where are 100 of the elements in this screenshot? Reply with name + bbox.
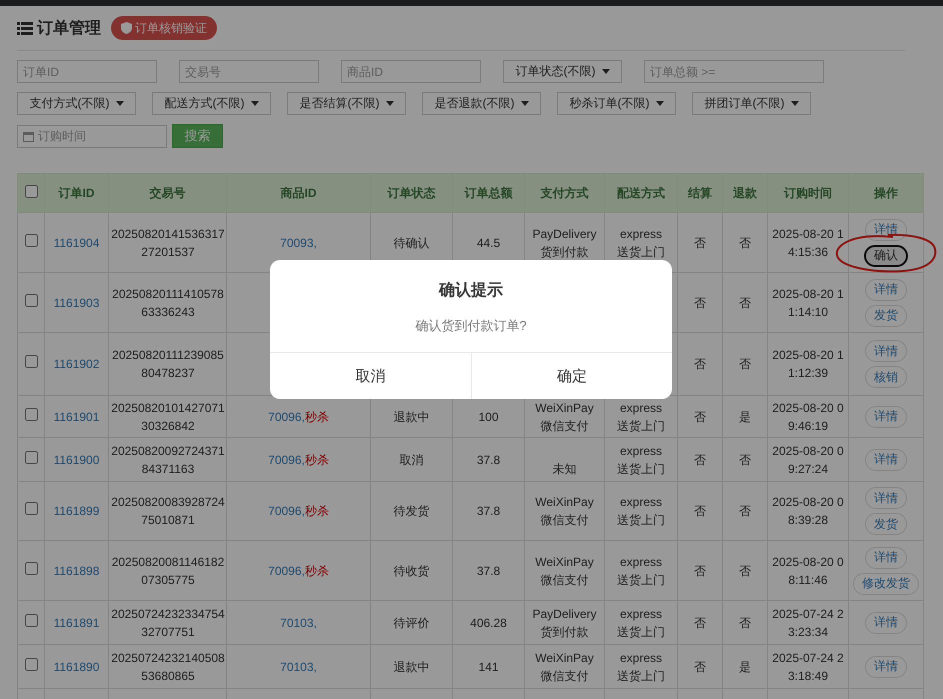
order-time-cell-text: 2025-08-20 09:46:19 <box>771 400 845 434</box>
row-checkbox[interactable] <box>24 614 38 626</box>
filter-select[interactable]: 订单状态(不限) <box>503 60 622 83</box>
order-id-link[interactable]: 1161898 <box>54 564 100 578</box>
goods-id-link[interactable]: 70103, <box>280 660 317 674</box>
goods-id-link[interactable]: 70093, <box>280 236 317 250</box>
dialog-title: 确认提示 <box>438 280 504 301</box>
action-button[interactable]: 修改发货 <box>853 572 919 594</box>
delivery-cell-text: express 送货上门 <box>616 226 666 260</box>
column-header: 商品ID <box>226 174 370 212</box>
column-header: 支付方式 <box>524 174 604 212</box>
row-checkbox[interactable] <box>24 658 38 670</box>
refunded-cell-text: 否 <box>738 614 752 632</box>
refunded-cell-text: 否 <box>738 356 752 373</box>
goods-id-link[interactable]: 70096, <box>268 504 305 518</box>
column-header: 订单ID <box>44 174 108 212</box>
total-cell-text: 37.8 <box>476 562 502 580</box>
row-checkbox[interactable] <box>24 294 38 306</box>
dialog-button[interactable]: 确定 <box>470 353 672 399</box>
total-cell-text: 141 <box>477 658 500 676</box>
column-header: 交易号 <box>108 174 226 212</box>
total-cell-text: 37.8 <box>476 452 502 468</box>
select-all-checkbox[interactable] <box>24 185 38 198</box>
filter-select[interactable]: 秒杀订单(不限) <box>557 92 676 115</box>
goods-id-link[interactable]: 70096, <box>268 410 305 424</box>
row-checkbox[interactable] <box>24 450 38 464</box>
row-checkbox[interactable] <box>24 234 38 246</box>
filter-select[interactable]: 拼团订单(不限) <box>692 92 811 115</box>
filter-select[interactable]: 支付方式(不限) <box>17 92 136 115</box>
delivery-cell-text: express 送货上门 <box>616 554 666 588</box>
action-button[interactable]: 详情 <box>865 656 907 678</box>
payment-cell-text: 未知 <box>552 460 578 478</box>
filter-field[interactable]: 订单总额 >= <box>644 60 824 83</box>
action-button[interactable]: 详情 <box>865 218 907 240</box>
page-title: 订单管理 <box>17 18 101 38</box>
column-header: 结算 <box>678 174 722 212</box>
trade-number-cell: 2025082010142707130326842 <box>108 396 226 438</box>
order-id-link[interactable]: 1161902 <box>54 357 100 371</box>
order-time-cell-text: 2025-08-20 11:12:39 <box>771 347 845 382</box>
order-id-link[interactable]: 1161903 <box>54 296 100 310</box>
caret-icon <box>790 101 798 106</box>
list-icon <box>17 22 33 34</box>
verify-button[interactable]: 订单核销验证 <box>111 16 217 40</box>
delivery-cell-text: express 送货上门 <box>616 650 666 684</box>
payment-cell-text: WeiXinPay 微信支付 <box>534 494 595 529</box>
payment-cell-text: WeiXinPay 微信支付 <box>534 554 595 588</box>
status-cell-text: 待确认 <box>392 234 430 252</box>
status-cell-text: 退款中 <box>392 408 430 426</box>
filter-field[interactable]: 订单ID <box>17 60 157 83</box>
action-button[interactable]: 详情 <box>865 340 907 362</box>
action-button[interactable]: 发货 <box>865 513 907 535</box>
delivery-cell-text: express 送货上门 <box>616 442 666 478</box>
refunded-cell-text: 是 <box>738 408 752 426</box>
refunded-cell-text: 否 <box>738 503 752 520</box>
trade-number-cell: 2025082008392872475010871 <box>108 482 226 540</box>
action-button[interactable]: 发货 <box>865 304 907 326</box>
total-cell-text: 100 <box>477 408 500 426</box>
action-button[interactable]: 确认 <box>864 244 908 266</box>
delivery-cell-text: express 送货上门 <box>616 400 666 434</box>
order-id-link[interactable]: 1161899 <box>54 504 100 518</box>
column-header: 退款 <box>722 174 768 212</box>
row-checkbox[interactable] <box>24 355 38 368</box>
goods-id-link[interactable]: 70096, <box>268 564 305 578</box>
caret-icon <box>116 101 124 106</box>
delivery-cell-text: express 送货上门 <box>616 494 666 529</box>
order-id-link[interactable]: 1161904 <box>54 236 100 250</box>
filter-select[interactable]: 配送方式(不限) <box>152 92 271 115</box>
order-time-cell-text: 2025-08-20 08:11:46 <box>771 554 845 588</box>
filter-select[interactable]: 是否退款(不限) <box>422 92 541 115</box>
filter-field[interactable]: 商品ID <box>341 60 481 83</box>
action-button[interactable]: 详情 <box>865 448 907 470</box>
row-checkbox[interactable] <box>24 502 38 515</box>
action-button[interactable]: 详情 <box>865 546 907 568</box>
row-checkbox[interactable] <box>24 408 38 420</box>
action-button[interactable]: 详情 <box>865 612 907 634</box>
filter-select[interactable]: 是否结算(不限) <box>287 92 406 115</box>
action-button[interactable]: 详情 <box>865 487 907 509</box>
action-button[interactable]: 详情 <box>865 406 907 428</box>
total-cell-text: 44.5 <box>476 234 502 252</box>
flash-sale-tag: 秒杀 <box>304 504 329 518</box>
goods-id-link[interactable]: 70096, <box>268 452 305 466</box>
order-time-cell-text: 2025-08-20 11:14:10 <box>771 286 845 320</box>
refunded-cell-text: 否 <box>738 294 752 312</box>
filter-field[interactable]: 交易号 <box>179 60 319 83</box>
date-field[interactable]: 订购时间 <box>17 124 167 148</box>
row-checkbox[interactable] <box>24 562 38 574</box>
trade-number-cell: 2025082009272437184371163 <box>108 438 226 482</box>
calendar-icon <box>23 130 34 142</box>
action-button[interactable]: 详情 <box>865 278 907 300</box>
settled-cell-text: 否 <box>693 356 707 373</box>
search-button[interactable]: 搜索 <box>172 124 223 148</box>
settled-cell-text: 否 <box>693 234 707 252</box>
goods-id-link[interactable]: 70103, <box>280 616 317 630</box>
payment-cell-text: PayDelivery 货到付款 <box>531 226 598 260</box>
action-button[interactable]: 核销 <box>865 366 907 388</box>
status-cell-text: 待评价 <box>392 614 430 632</box>
payment-cell-text: PayDelivery 货到付款 <box>531 606 598 640</box>
order-time-cell-text: 2025-07-24 23:18:49 <box>771 650 845 684</box>
column-header: 配送方式 <box>604 174 678 212</box>
dialog-button[interactable]: 取消 <box>270 353 470 399</box>
